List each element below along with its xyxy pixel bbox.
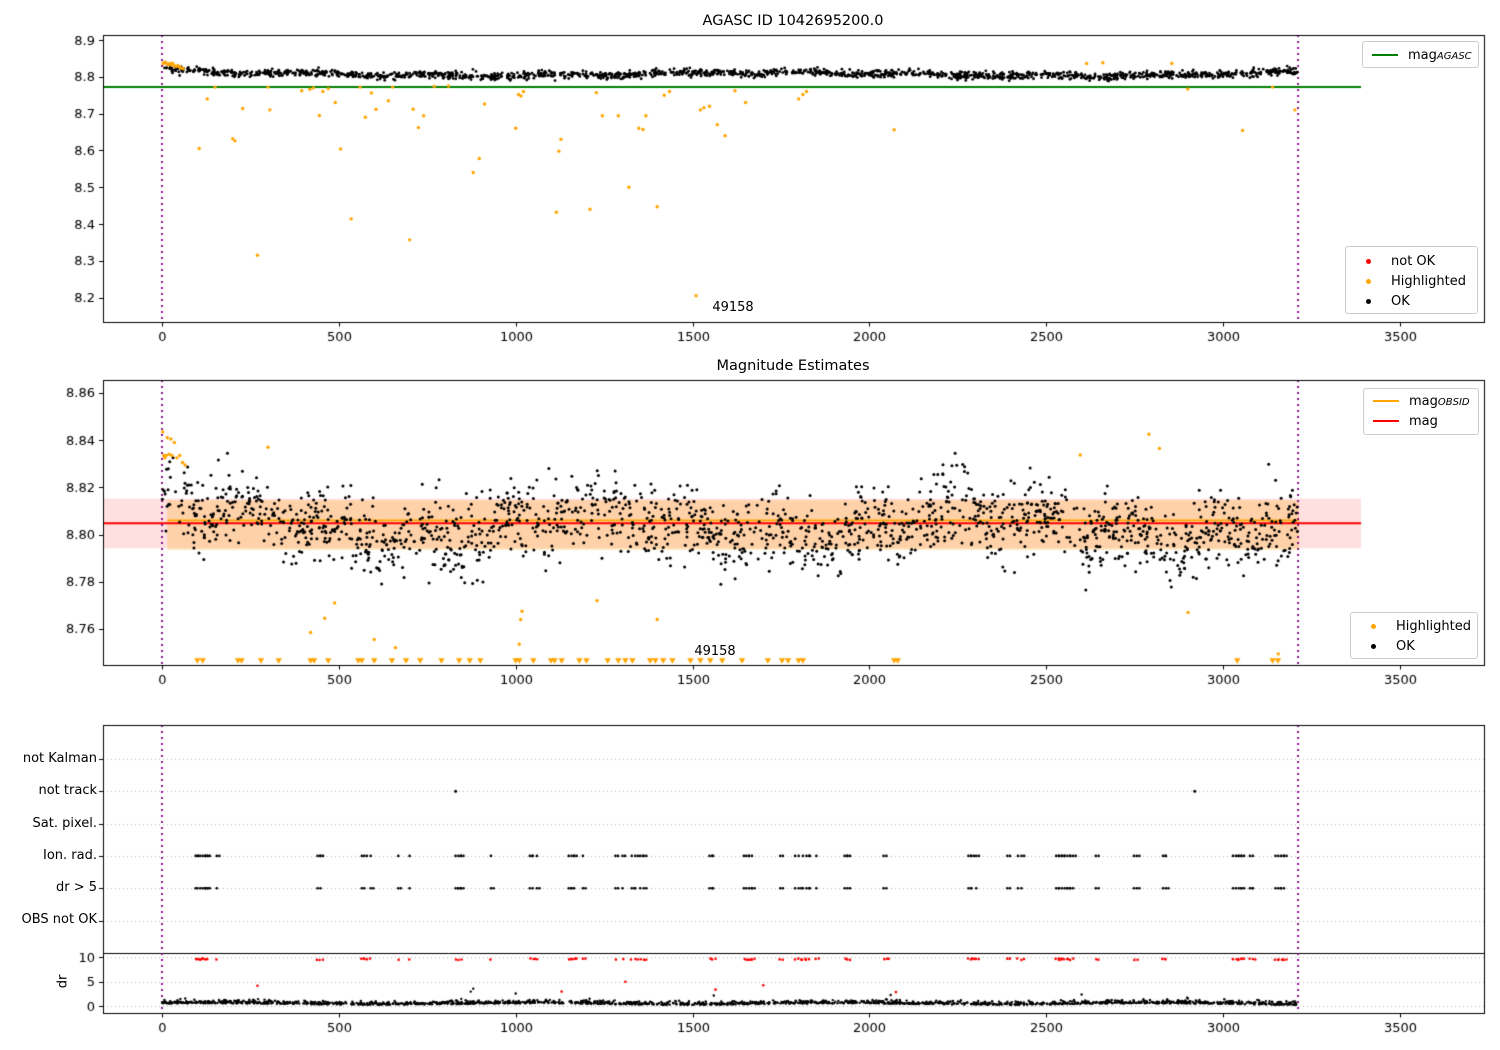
- orange-dot-icon: [1366, 278, 1371, 284]
- legend-middle-markers: Highlighted OK: [1350, 612, 1478, 659]
- legend-item-highlighted: Highlighted: [1346, 271, 1477, 291]
- plots-canvas: [0, 0, 1500, 1050]
- legend-label: mag: [1409, 413, 1438, 429]
- black-dot-icon: [1366, 298, 1371, 304]
- legend-label: not OK: [1391, 253, 1436, 269]
- row-label-ion-rad: Ion. rad.: [43, 848, 97, 863]
- obsid-annotation-top: 49158: [712, 300, 754, 315]
- red-line-sample: [1373, 420, 1399, 422]
- legend-item-ok: OK: [1346, 291, 1477, 311]
- legend-label: OK: [1391, 293, 1410, 309]
- legend-item-mag: mag: [1364, 411, 1478, 431]
- legend-item-mag-obsid: magOBSID: [1364, 391, 1478, 411]
- legend-label: magAGASC: [1408, 47, 1472, 63]
- row-label-obs-not-ok: OBS not OK: [21, 912, 98, 927]
- orange-dot-icon: [1371, 623, 1376, 629]
- legend-item-mag-agasc: magAGASC: [1363, 45, 1478, 65]
- obsid-annotation-middle: 49158: [694, 644, 736, 659]
- legend-top-markers: not OK Highlighted OK: [1345, 246, 1478, 314]
- legend-label: Highlighted: [1391, 273, 1466, 289]
- top-plot-title: AGASC ID 1042695200.0: [702, 13, 884, 29]
- orange-line-sample: [1373, 400, 1399, 402]
- green-line-sample: [1372, 54, 1398, 56]
- legend-item-highlighted: Highlighted: [1351, 616, 1477, 636]
- legend-label: magOBSID: [1409, 393, 1470, 409]
- row-label-sat-pixel: Sat. pixel.: [32, 816, 97, 831]
- black-dot-icon: [1371, 643, 1376, 649]
- row-label-not-track: not track: [38, 783, 97, 798]
- legend-mag-agasc: magAGASC: [1362, 41, 1479, 68]
- middle-plot-title: Magnitude Estimates: [716, 358, 870, 374]
- figure: AGASC ID 1042695200.0 Magnitude Estimate…: [0, 0, 1500, 1050]
- red-dot-icon: [1366, 258, 1371, 264]
- legend-mag-lines: magOBSID mag: [1363, 388, 1479, 435]
- row-label-dr-gt-5: dr > 5: [55, 880, 97, 895]
- legend-label: OK: [1396, 638, 1415, 654]
- dr-axis-label: dr: [55, 974, 71, 989]
- legend-item-not-ok: not OK: [1346, 251, 1477, 271]
- legend-item-ok: OK: [1351, 636, 1477, 656]
- legend-label: Highlighted: [1396, 618, 1471, 634]
- row-label-not-kalman: not Kalman: [22, 751, 97, 766]
